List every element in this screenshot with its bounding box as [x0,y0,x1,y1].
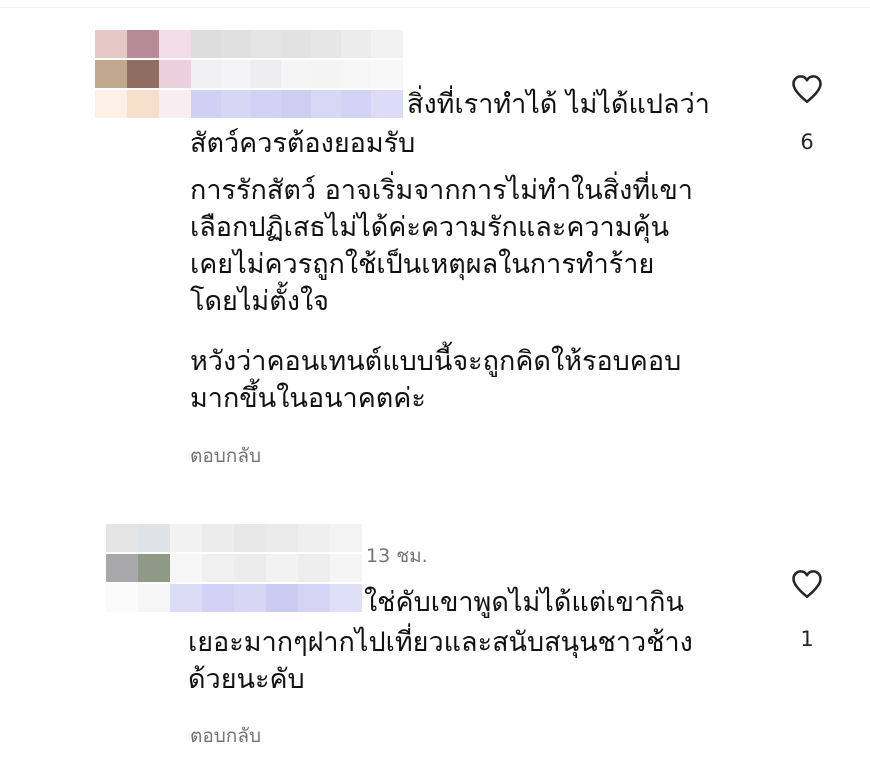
username[interactable] [191,30,403,120]
comment-paragraph: เยอะมากๆฝากไปเที่ยวและสนับสนุนชาวช้าง ด้… [188,627,693,695]
reply-button[interactable]: ตอบกลับ [190,441,261,471]
like-count: 6 [800,130,814,154]
avatar[interactable] [95,30,191,120]
comment-first-line: สิ่งที่เราทำได้ ไม่ได้แปลว่า [407,89,710,120]
comment-paragraph: หวังว่าคอนเทนต์แบบนี้จะถูกคิดให้รอบคอบ ม… [190,346,682,414]
comment-timestamp: 13 ชม. [366,545,428,567]
like-count: 1 [800,627,814,651]
divider [0,7,870,8]
username[interactable] [170,524,362,614]
comment-first-line: ใช่คับเขาพูดไม่ได้แต่เขากิน [364,587,684,618]
heart-icon[interactable] [789,71,825,107]
reply-button[interactable]: ตอบกลับ [190,721,261,751]
heart-icon[interactable] [789,566,825,602]
comment-paragraph: การรักสัตว์ อาจเริ่มจากการไม่ทำในสิ่งที่… [190,175,693,317]
comment-paragraph: สัตว์ควรต้องยอมรับ [190,128,416,159]
